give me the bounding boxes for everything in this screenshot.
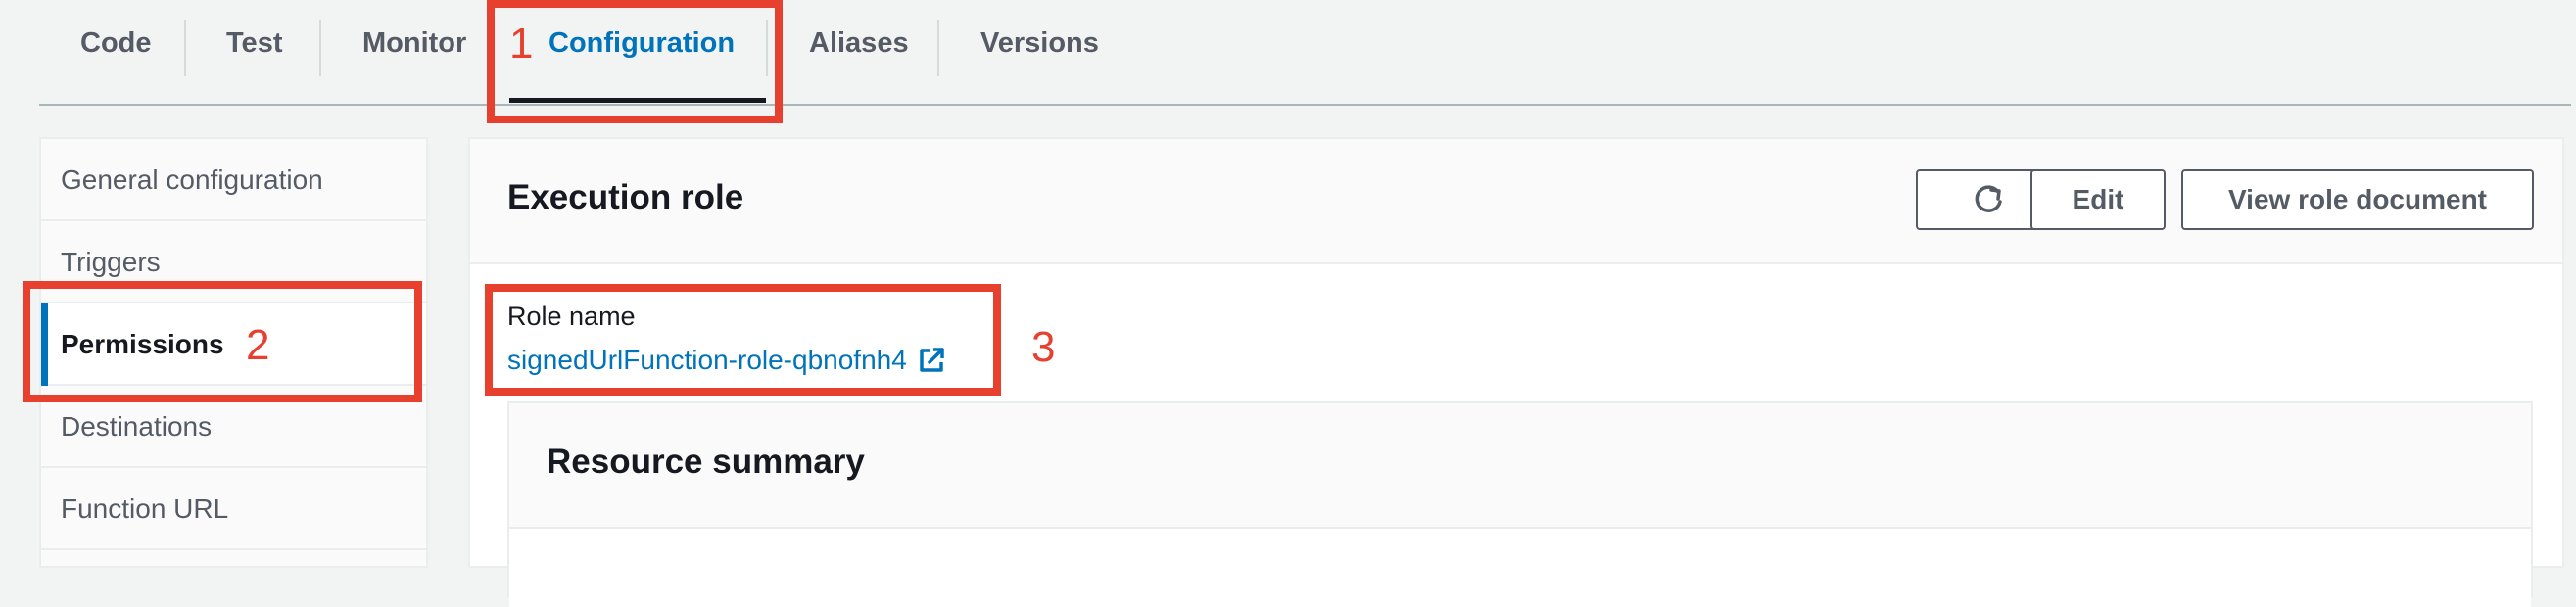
- panel-header: Execution role Edit View role document: [470, 139, 2562, 264]
- edit-button[interactable]: Edit: [2030, 169, 2166, 230]
- sidebar-item-label: General configuration: [61, 164, 323, 195]
- tab-bar-divider: [39, 104, 2571, 106]
- resource-summary-card: Resource summary: [507, 401, 2533, 607]
- tab-divider: [319, 20, 321, 76]
- tab-versions[interactable]: Versions: [980, 27, 1099, 60]
- sidebar-item-general-configuration[interactable]: General configuration: [41, 139, 426, 221]
- resource-summary-title: Resource summary: [547, 443, 865, 481]
- tab-code[interactable]: Code: [80, 27, 152, 60]
- tab-test[interactable]: Test: [226, 27, 282, 60]
- refresh-icon: [1975, 185, 2002, 212]
- annotation-box-2: [23, 281, 422, 402]
- annotation-number-1: 1: [509, 20, 534, 68]
- tab-monitor[interactable]: Monitor: [362, 27, 466, 60]
- resource-summary-body: [509, 527, 2531, 607]
- view-role-document-button[interactable]: View role document: [2181, 169, 2534, 230]
- sidebar-item-function-url[interactable]: Function URL: [41, 468, 426, 550]
- annotation-number-3: 3: [1031, 323, 1056, 371]
- tab-aliases[interactable]: Aliases: [809, 27, 909, 60]
- sidebar-item-label: Function URL: [61, 493, 229, 524]
- tab-bar: Code Test Monitor Configuration Aliases …: [0, 0, 2576, 106]
- panel-title: Execution role: [507, 178, 744, 216]
- tab-divider: [937, 20, 939, 76]
- annotation-box-3: [485, 284, 1001, 396]
- tab-divider: [184, 20, 186, 76]
- annotation-number-2: 2: [246, 321, 270, 369]
